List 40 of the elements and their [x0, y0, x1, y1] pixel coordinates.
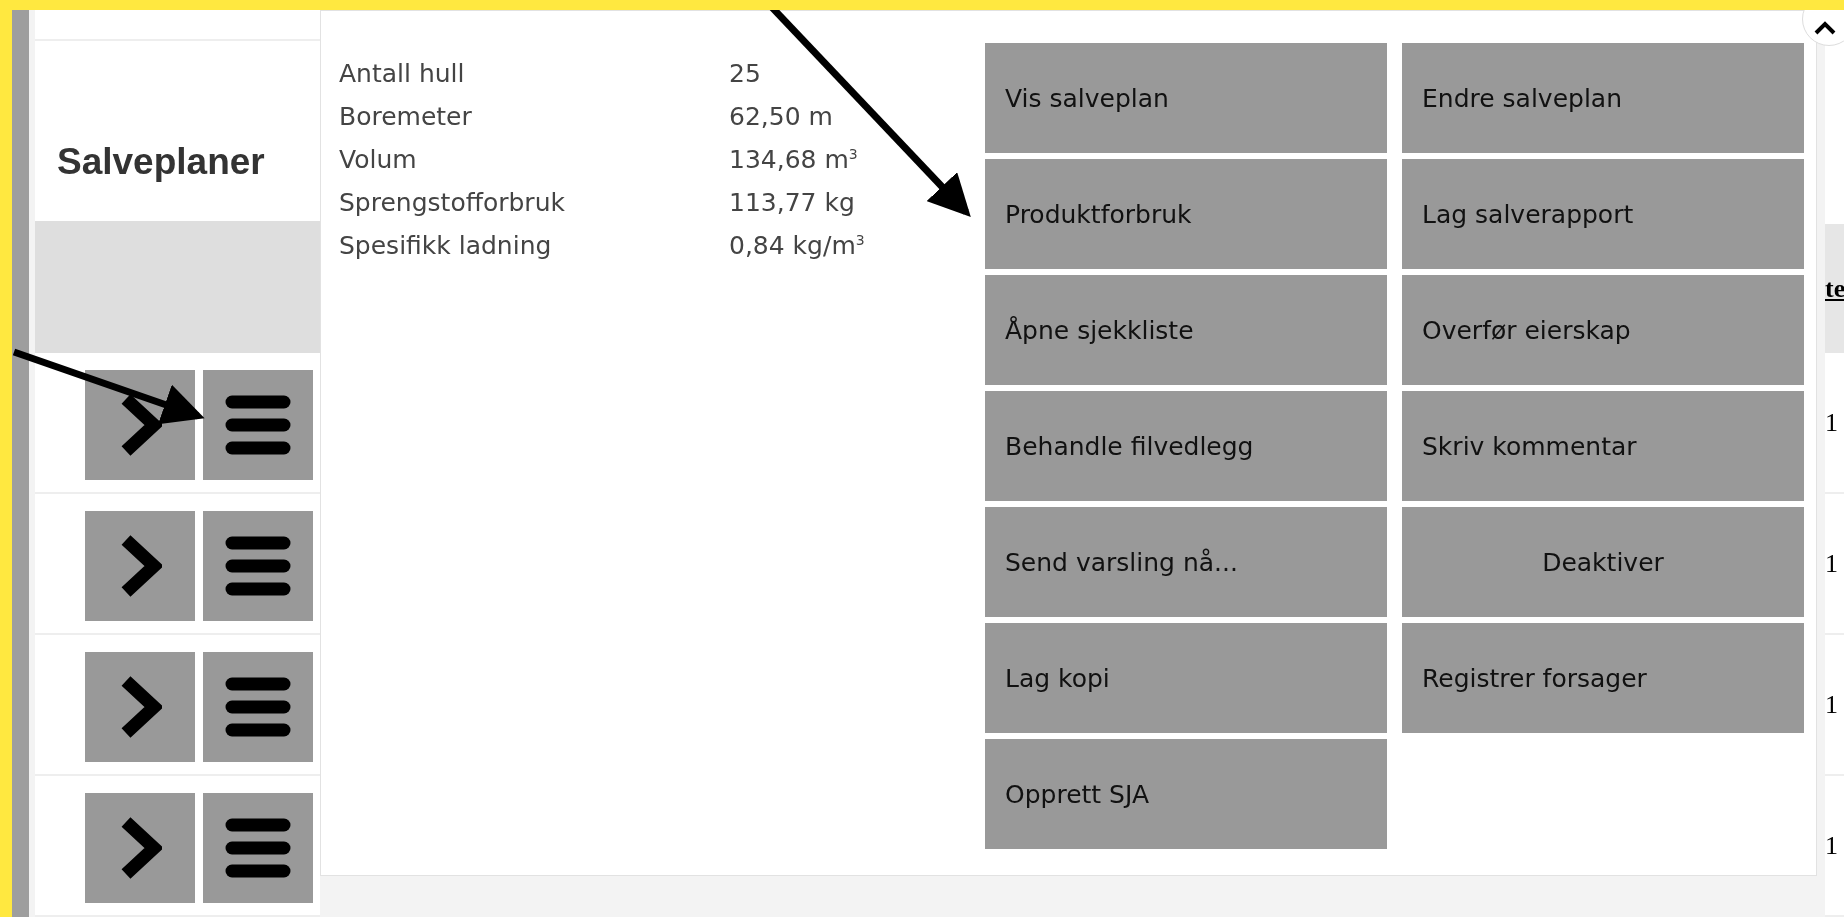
chevron-up-icon	[1814, 21, 1836, 35]
action-button[interactable]: Deaktiver	[1402, 507, 1804, 617]
action-button[interactable]: Vis salveplan	[985, 43, 1387, 153]
action-button[interactable]: Behandle filvedlegg	[985, 391, 1387, 501]
action-button[interactable]: Registrer forsager	[1402, 623, 1804, 733]
menu-icon	[225, 395, 291, 455]
action-button[interactable]: Lag salverapport	[1402, 159, 1804, 269]
stat-label: Volum	[339, 145, 418, 174]
action-button[interactable]: Send varsling nå...	[985, 507, 1387, 617]
table-cell: 1	[1825, 407, 1838, 438]
action-button[interactable]: Åpne sjekkliste	[985, 275, 1387, 385]
action-button[interactable]: Opprett SJA	[985, 739, 1387, 849]
expand-button[interactable]	[85, 511, 195, 621]
menu-button[interactable]	[203, 652, 313, 762]
menu-icon	[225, 536, 291, 596]
action-button[interactable]: Lag kopi	[985, 623, 1387, 733]
action-button[interactable]: Endre salveplan	[1402, 43, 1804, 153]
action-button[interactable]: Produktforbruk	[985, 159, 1387, 269]
panel-title: Salveplaner	[56, 140, 266, 185]
action-button[interactable]: Overfør eierskap	[1402, 275, 1804, 385]
stat-value: 113,77 kg	[729, 188, 856, 217]
stat-label: Spesifikk ladning	[339, 231, 553, 260]
stat-value: 134,68 m$^{3}$	[729, 145, 859, 174]
menu-icon	[225, 677, 291, 737]
stat-value: 62,50 m	[729, 102, 834, 131]
stat-label: Sprengstofforbruk	[339, 188, 566, 217]
table-cell: 1	[1825, 689, 1838, 720]
menu-button[interactable]	[203, 511, 313, 621]
menu-button[interactable]	[203, 370, 313, 480]
table-cell: 1	[1825, 830, 1838, 861]
expand-button[interactable]	[85, 652, 195, 762]
menu-icon	[225, 818, 291, 878]
stat-label: Boremeter	[339, 102, 473, 131]
stat-value: 25	[729, 59, 762, 88]
expand-button[interactable]	[85, 793, 195, 903]
table-cell: 1	[1825, 548, 1838, 579]
stat-label: Antall hull	[339, 59, 466, 88]
action-button[interactable]: Skriv kommentar	[1402, 391, 1804, 501]
menu-button[interactable]	[203, 793, 313, 903]
stat-value: 0,84 kg/m$^{3}$	[729, 231, 866, 260]
